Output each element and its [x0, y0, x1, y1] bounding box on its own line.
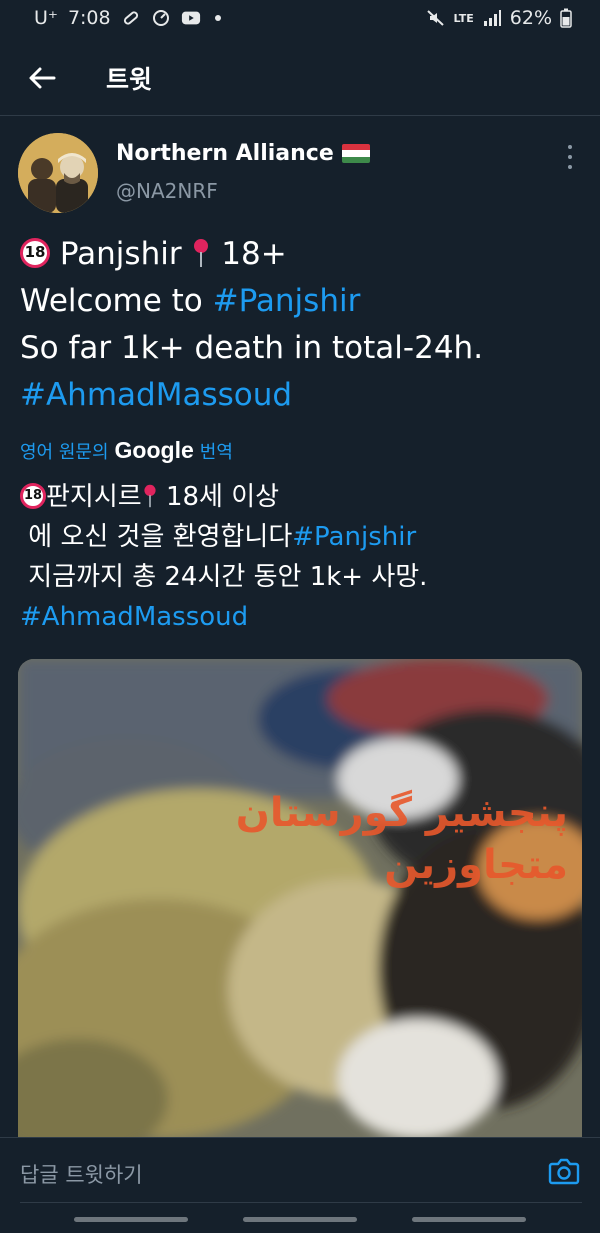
- google-logo: Google: [114, 437, 194, 463]
- tweet-line-3: So far 1k+ death in total-24h.: [20, 330, 484, 366]
- camera-icon: [548, 1158, 580, 1185]
- notification-dot-icon: [214, 15, 221, 21]
- more-options-button[interactable]: [562, 145, 578, 169]
- round-pushpin-icon: [194, 238, 209, 267]
- translated-age: 18세 이상: [165, 482, 280, 512]
- back-button[interactable]: [22, 58, 62, 98]
- battery-icon: [560, 8, 572, 28]
- hashtag-link[interactable]: #Panjshir: [213, 283, 361, 319]
- translation-suffix: 번역: [199, 441, 233, 463]
- tweet-line-2: Welcome to #Panjshir: [20, 278, 580, 325]
- translated-word: 판지시르: [46, 482, 142, 512]
- network-type: LTE: [453, 11, 474, 25]
- tweet-video[interactable]: پنجشیر گورستان متجاوزین: [18, 659, 582, 1139]
- more-dot-icon: [568, 145, 572, 149]
- no-under-18-icon: 18: [20, 237, 50, 268]
- avatar[interactable]: [18, 133, 98, 213]
- app-bar: 트윗: [0, 38, 600, 116]
- tweet-text: 18 Panjshir 18+ Welcome to #Panjshir So …: [20, 231, 580, 419]
- translation-label[interactable]: 영어 원문의 Google 번역: [20, 437, 233, 464]
- round-pushpin-icon: [144, 484, 156, 507]
- tweet-welcome-text: Welcome to: [20, 283, 213, 319]
- author-name[interactable]: Northern Alliance: [116, 141, 370, 166]
- clock: 7:08: [67, 7, 111, 29]
- no-under-18-icon: 18: [20, 482, 46, 509]
- more-dot-icon: [568, 155, 572, 159]
- translated-line-2: 에 오신 것을 환영합니다#Panjshir: [20, 517, 580, 557]
- reply-bar: 답글 트윗하기: [0, 1137, 600, 1203]
- signal-icon: [483, 10, 501, 26]
- youtube-icon: [181, 11, 200, 25]
- tweet-line-1: 18 Panjshir 18+: [20, 231, 580, 278]
- battery-percent: 62%: [509, 7, 552, 29]
- translated-line-3: 지금까지 총 24시간 동안 1k+ 사망.: [20, 557, 580, 597]
- video-caption-overlay: پنجشیر گورستان متجاوزین: [235, 790, 568, 888]
- translated-welcome: 에 오신 것을 환영합니다: [28, 522, 293, 552]
- carrier-label: U⁺: [34, 7, 58, 29]
- mute-icon: [426, 10, 444, 26]
- avatar-image: [18, 133, 98, 213]
- hashtag-link[interactable]: #AhmadMassoud: [20, 372, 580, 419]
- translation-prefix: 영어 원문의: [20, 441, 109, 463]
- hungary-flag-icon: [341, 144, 370, 163]
- author-handle[interactable]: @NA2NRF: [116, 179, 218, 203]
- status-bar: U⁺ 7:08 LTE 62%: [0, 0, 600, 38]
- speed-icon: [152, 10, 169, 26]
- translated-death-count: 지금까지 총 24시간 동안 1k+ 사망.: [28, 562, 428, 592]
- reply-input[interactable]: 답글 트윗하기: [20, 1159, 143, 1189]
- nav-recents-pill[interactable]: [412, 1217, 526, 1222]
- more-dot-icon: [568, 165, 572, 169]
- translated-text: 18 판지시르 18세 이상 에 오신 것을 환영합니다#Panjshir 지금까…: [20, 477, 580, 637]
- hashtag-link[interactable]: #Panjshir: [292, 522, 416, 552]
- translated-line-1: 18 판지시르 18세 이상: [20, 477, 580, 517]
- system-nav-bar: [0, 1203, 600, 1233]
- arrow-left-icon: [29, 67, 56, 89]
- video-thumbnail: [18, 659, 582, 1139]
- link-icon: [123, 11, 138, 25]
- nav-home-pill[interactable]: [243, 1217, 357, 1222]
- tweet-word-panjshir: Panjshir: [59, 236, 182, 272]
- page-title: 트윗: [106, 65, 153, 94]
- nav-back-pill[interactable]: [74, 1217, 188, 1222]
- camera-button[interactable]: [548, 1156, 580, 1186]
- tweet-age-tag: 18+: [221, 236, 287, 272]
- hashtag-link[interactable]: #AhmadMassoud: [20, 597, 580, 637]
- author-name-text: Northern Alliance: [116, 141, 334, 166]
